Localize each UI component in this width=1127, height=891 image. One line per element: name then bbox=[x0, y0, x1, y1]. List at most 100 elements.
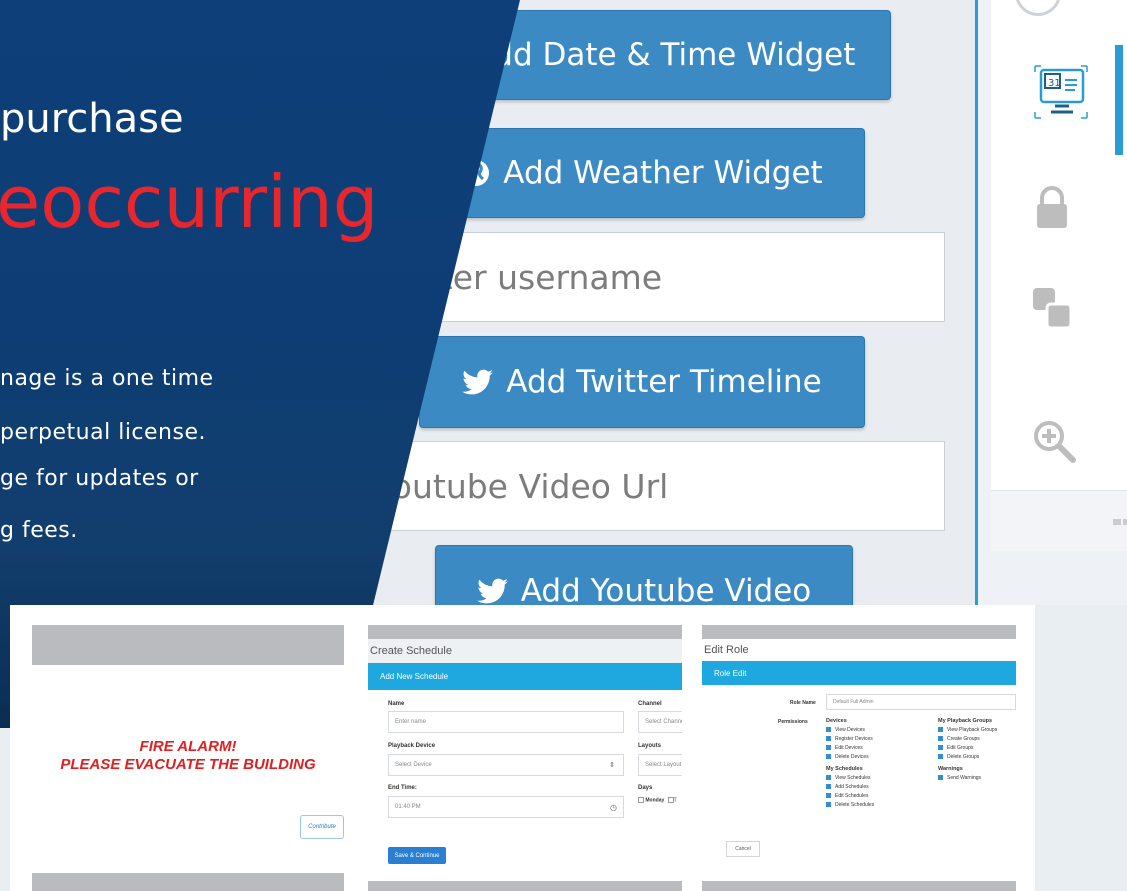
sidebar-card: 31 bbox=[991, 0, 1127, 551]
groups-head: My Playback Groups bbox=[938, 718, 993, 724]
cancel-button[interactable]: Cancel bbox=[726, 841, 760, 857]
promo-body-3: ge for updates or bbox=[0, 466, 199, 491]
checkbox-checked-icon bbox=[826, 745, 831, 751]
dot-icon bbox=[1123, 519, 1127, 525]
bottom-screens: FIRE ALARM! PLEASE EVACUATE THE BUILDING… bbox=[10, 605, 1035, 891]
gray-bar bbox=[32, 625, 344, 665]
checkbox-checked-icon bbox=[826, 802, 831, 808]
create-schedule-panel: Create Schedule Add New Schedule Name En… bbox=[368, 625, 682, 891]
add-twitter-timeline-button[interactable]: Add Twitter Timeline bbox=[419, 336, 865, 428]
perm-label: Send Warnings bbox=[947, 775, 981, 781]
perm-edit-devices[interactable]: Edit Devices bbox=[826, 744, 874, 753]
gray-bar bbox=[368, 881, 682, 891]
dot-icon bbox=[1113, 519, 1121, 525]
checkbox-checked-icon bbox=[826, 736, 831, 742]
perm-label: Create Groups bbox=[947, 736, 980, 742]
checkbox-checked-icon bbox=[938, 745, 943, 751]
add-youtube-video-label: Add Youtube Video bbox=[520, 573, 812, 609]
fire-alarm-message: FIRE ALARM! PLEASE EVACUATE THE BUILDING bbox=[32, 738, 344, 774]
fire-alarm-panel: FIRE ALARM! PLEASE EVACUATE THE BUILDING… bbox=[32, 625, 344, 891]
add-twitter-timeline-label: Add Twitter Timeline bbox=[506, 364, 822, 400]
gray-bar bbox=[32, 873, 344, 891]
perm-delete-schedules[interactable]: Delete Schedules bbox=[826, 801, 874, 810]
playback-device-value: Select Device bbox=[395, 762, 432, 768]
groups-permissions: My Playback Groups View Playback Groups … bbox=[938, 717, 997, 783]
checkbox-checked-icon bbox=[826, 727, 831, 733]
perm-create-groups[interactable]: Create Groups bbox=[938, 735, 997, 744]
perm-register-devices[interactable]: Register Devices bbox=[826, 735, 874, 744]
day-monday-checkbox[interactable]: Monday T bbox=[638, 797, 677, 803]
channel-select[interactable]: Select Channel bbox=[638, 711, 682, 733]
copy-icon[interactable] bbox=[1031, 286, 1075, 337]
schedules-head: My Schedules bbox=[826, 766, 863, 772]
add-weather-widget-button[interactable]: Add Weather Widget bbox=[419, 128, 865, 218]
save-continue-button[interactable]: Save & Continue bbox=[388, 847, 446, 864]
end-time-input[interactable]: 01:40 PM ◷ bbox=[388, 796, 624, 818]
perm-send-warnings[interactable]: Send Warnings bbox=[938, 774, 997, 783]
select-arrows-icon: ⇕ bbox=[609, 762, 615, 769]
layouts-select[interactable]: Select Layout bbox=[638, 754, 682, 776]
checkbox-checked-icon bbox=[826, 793, 831, 799]
edit-role-title: Edit Role bbox=[702, 639, 1016, 661]
schedule-name-input[interactable]: Enter name bbox=[388, 711, 624, 733]
svg-text:31: 31 bbox=[1048, 78, 1061, 89]
perm-label: Edit Groups bbox=[947, 745, 974, 751]
add-date-time-widget-label: Add Date & Time Widget bbox=[472, 37, 856, 73]
perm-label: Delete Devices bbox=[835, 754, 869, 760]
days-label: Days bbox=[638, 785, 653, 791]
right-sidebar: 31 bbox=[975, 0, 1127, 605]
layouts-label: Layouts bbox=[638, 743, 662, 749]
perm-view-playback-groups[interactable]: View Playback Groups bbox=[938, 726, 997, 735]
perm-label: Edit Devices bbox=[835, 745, 863, 751]
warnings-head: Warnings bbox=[938, 766, 963, 772]
active-indicator bbox=[1115, 45, 1123, 155]
perm-delete-devices[interactable]: Delete Devices bbox=[826, 753, 874, 762]
edit-role-panel: Edit Role Role Edit Role Name Default Fu… bbox=[702, 625, 1016, 891]
gray-bar bbox=[702, 625, 1016, 639]
perm-delete-groups[interactable]: Delete Groups bbox=[938, 753, 997, 762]
perm-label: Delete Schedules bbox=[835, 802, 875, 808]
checkbox-checked-icon bbox=[938, 727, 943, 733]
perm-label: Edit Schedules bbox=[835, 793, 869, 799]
devices-permissions: Devices View Devices Register Devices Ed… bbox=[826, 717, 874, 810]
channel-label: Channel bbox=[638, 701, 662, 707]
display-schedule-icon[interactable]: 31 bbox=[1033, 62, 1089, 127]
lock-icon[interactable] bbox=[1034, 186, 1070, 235]
checkbox-checked-icon bbox=[826, 754, 831, 760]
day-next-label: T bbox=[673, 797, 677, 804]
permissions-label: Permissions bbox=[778, 719, 808, 725]
perm-edit-groups[interactable]: Edit Groups bbox=[938, 744, 997, 753]
checkbox-icon bbox=[638, 797, 644, 803]
promo-body-2: perpetual license. bbox=[0, 420, 206, 445]
circle-icon bbox=[1015, 0, 1061, 16]
role-name-label: Role Name bbox=[790, 700, 816, 706]
zoom-in-icon[interactable] bbox=[1031, 418, 1077, 469]
add-new-schedule-header: Add New Schedule bbox=[368, 663, 682, 690]
checkbox-checked-icon bbox=[938, 754, 943, 760]
contribute-logo: Contribute bbox=[300, 815, 344, 839]
clock-icon: ◷ bbox=[610, 802, 617, 812]
end-time-label: End Time: bbox=[388, 785, 417, 791]
fire-alarm-line-1: FIRE ALARM! bbox=[139, 738, 237, 755]
contribute-logo-text: Contribute bbox=[308, 824, 336, 830]
perm-label: Register Devices bbox=[835, 736, 873, 742]
perm-view-devices[interactable]: View Devices bbox=[826, 726, 874, 735]
twitter-bird-icon bbox=[476, 577, 509, 605]
day-monday-label: Monday bbox=[645, 797, 665, 804]
add-weather-widget-label: Add Weather Widget bbox=[503, 155, 823, 191]
devices-head: Devices bbox=[826, 718, 847, 724]
perm-label: Add Schedules bbox=[835, 784, 869, 790]
role-edit-header: Role Edit bbox=[702, 661, 1016, 685]
fire-alarm-line-2: PLEASE EVACUATE THE BUILDING bbox=[60, 756, 316, 773]
checkbox-checked-icon bbox=[938, 775, 943, 781]
promo-line-1: purchase bbox=[0, 96, 184, 142]
perm-edit-schedules[interactable]: Edit Schedules bbox=[826, 792, 874, 801]
name-label: Name bbox=[388, 701, 405, 707]
playback-device-select[interactable]: Select Device ⇕ bbox=[388, 754, 624, 776]
perm-add-schedules[interactable]: Add Schedules bbox=[826, 783, 874, 792]
promo-body-4: g fees. bbox=[0, 518, 78, 543]
role-name-input[interactable]: Default Full Admin bbox=[826, 694, 1016, 710]
youtube-url-input[interactable]: Youtube Video Url bbox=[343, 441, 945, 531]
sidebar-footer bbox=[991, 490, 1127, 551]
perm-view-schedules[interactable]: View Schedules bbox=[826, 774, 874, 783]
